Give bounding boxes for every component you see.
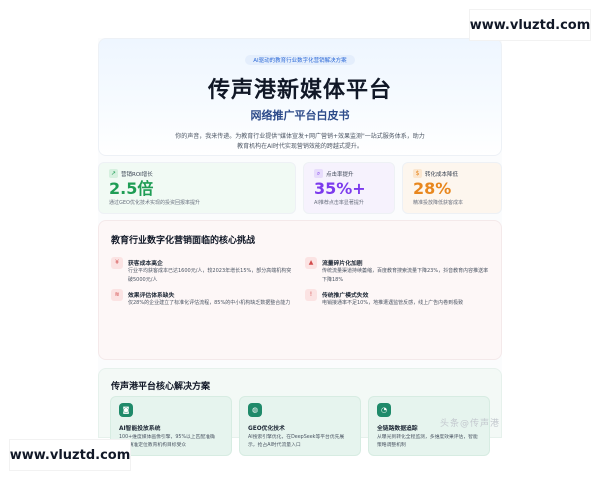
url-banner-bottom: www.vluztd.com — [10, 440, 130, 470]
challenges-section: 教育行业数字化营销面临的核心挑战 ¥ 获客成本高企 行业平均获客成本已达1600… — [98, 220, 502, 360]
solution-desc: AI搜索引擎优化，在DeepSeek等平台优先展示，抢占AI时代流量入口 — [248, 435, 345, 448]
stat-value: 2.5倍 — [109, 179, 154, 198]
solutions-title: 传声港平台核心解决方案 — [111, 382, 211, 392]
hero-tag: AI驱动的教育行业数字化营销解决方案 — [245, 55, 355, 65]
challenges-title: 教育行业数字化营销面临的核心挑战 — [111, 236, 256, 246]
challenge-desc: 行业平均获客成本已达1600元/人，较2023年增长15%，部分高端机构突破50… — [128, 268, 292, 283]
hero-section: AI驱动的教育行业数字化营销解决方案 传声港新媒体平台 网络推广平台白皮书 你的… — [98, 38, 502, 156]
challenge-desc: 传统流量渠道持续萎缩，百度教育搜索流量下降23%，抖音教育内容推送率下降18% — [322, 268, 489, 283]
trend-up-icon: ↗ — [109, 169, 118, 178]
challenge-name: 传统推广模式失效 — [322, 293, 369, 299]
page-title: 传声港新媒体平台 — [207, 78, 392, 103]
solution-name: GEO优化技术 — [248, 426, 285, 432]
robot-icon: ◙ — [119, 403, 133, 417]
stat-note: 精准投放降低获客成本 — [413, 200, 464, 206]
page-subtitle: 网络推广平台白皮书 — [250, 109, 350, 122]
challenge-desc: 电销接通率不足10%，地推遭遇监管反感，线上广告内卷到极致 — [322, 300, 464, 306]
stat-value: 35%+ — [314, 179, 366, 198]
coin-icon: $ — [413, 169, 422, 178]
hero-description: 你的声音，我来传递。为教育行业提供"媒体宣发+网广营销+效果监测"一站式服务体系… — [175, 133, 425, 150]
stat-card-roi: ↗ 营销ROI增长 2.5倍 通过GEO优化技术实现的投资回报率提升 — [98, 162, 296, 214]
challenge-name: 流量碎片化加剧 — [322, 261, 363, 267]
challenge-name: 效果评估体系缺失 — [128, 293, 175, 299]
stat-note: AI推荐点击率显著提升 — [314, 200, 364, 206]
stat-label: 营销ROI增长 — [121, 171, 153, 178]
whitepaper-page: AI驱动的教育行业数字化营销解决方案 传声港新媒体平台 网络推广平台白皮书 你的… — [98, 38, 502, 456]
solution-desc: 100+维度媒体画像引擎，95%以上匹配准确率，精准定位教育机构目标受众 — [119, 435, 215, 448]
chart-icon: ≋ — [111, 289, 123, 301]
fragment-icon: ▲ — [305, 257, 317, 269]
stat-label: 点击率提升 — [326, 171, 354, 178]
watermark: 头条@传声港 — [440, 419, 501, 429]
solution-card-geo: ◍ GEO优化技术 AI搜索引擎优化，在DeepSeek等平台优先展示，抢占AI… — [239, 396, 361, 456]
stats-row: ↗ 营销ROI增长 2.5倍 通过GEO优化技术实现的投资回报率提升 ⌕ 点击率… — [98, 162, 502, 214]
warning-icon: ! — [305, 289, 317, 301]
pie-chart-icon: ◔ — [377, 403, 391, 417]
solution-name: AI智能投放系统 — [119, 426, 161, 432]
challenge-name: 获客成本高企 — [128, 261, 163, 267]
solution-desc: 从曝光到转化全程监测，多维度效果评估，智能策略调整机制 — [377, 435, 478, 448]
stat-card-cost: $ 转化成本降低 28% 精准投放降低获客成本 — [402, 162, 502, 214]
money-icon: ¥ — [111, 257, 123, 269]
stat-label: 转化成本降低 — [425, 171, 459, 178]
globe-icon: ◍ — [248, 403, 262, 417]
search-icon: ⌕ — [314, 169, 323, 178]
stat-value: 28% — [413, 179, 452, 198]
stat-note: 通过GEO优化技术实现的投资回报率提升 — [109, 200, 200, 206]
challenge-desc: 仅28%的企业建立了标准化评估流程，85%的中小机构缺乏数据整合能力 — [128, 300, 291, 306]
stat-card-ctr: ⌕ 点击率提升 35%+ AI推荐点击率显著提升 — [303, 162, 395, 214]
url-banner-top: www.vluztd.com — [470, 10, 590, 40]
